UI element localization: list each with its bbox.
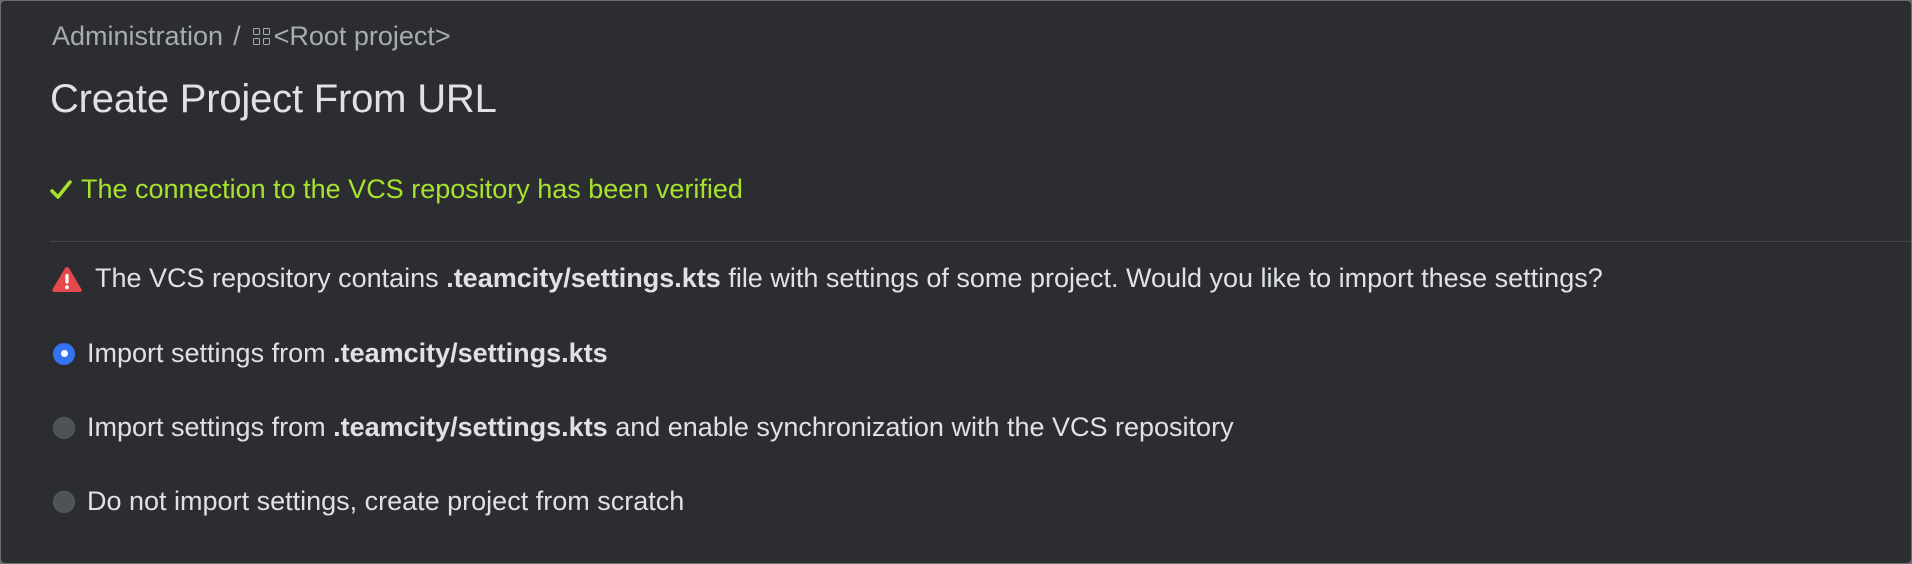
warning-text: The VCS repository contains .teamcity/se…	[95, 263, 1603, 294]
option-file-name: .teamcity/settings.kts	[333, 412, 608, 442]
option-label: Import settings from .teamcity/settings.…	[87, 412, 1234, 443]
divider	[50, 241, 1911, 242]
option-file-name: .teamcity/settings.kts	[333, 338, 608, 368]
radio-create-from-scratch[interactable]	[53, 490, 75, 513]
option-import-and-sync[interactable]: Import settings from .teamcity/settings.…	[53, 412, 1234, 443]
option-text-before: Import settings from	[87, 338, 326, 368]
option-text-after: and enable synchronization with the VCS …	[615, 412, 1234, 442]
warning-text-after: file with settings of some project. Woul…	[728, 263, 1603, 293]
warning-text-before: The VCS repository contains	[95, 263, 439, 293]
warning-message: The VCS repository contains .teamcity/se…	[51, 263, 1603, 294]
dialog-frame: Administration / <Root project> Create P…	[1, 1, 1911, 563]
option-text-before: Import settings from	[87, 412, 326, 442]
option-label: Import settings from .teamcity/settings.…	[87, 338, 608, 369]
page-title: Create Project From URL	[50, 77, 497, 121]
breadcrumb: Administration / <Root project>	[52, 19, 451, 53]
checkmark-icon	[50, 179, 72, 199]
warning-triangle-icon	[52, 266, 82, 292]
breadcrumb-administration[interactable]: Administration	[52, 21, 223, 52]
success-message: The connection to the VCS repository has…	[50, 174, 743, 205]
radio-import-settings[interactable]	[53, 342, 75, 365]
option-label: Do not import settings, create project f…	[87, 486, 685, 516]
success-text: The connection to the VCS repository has…	[81, 174, 743, 204]
breadcrumb-root-project[interactable]: <Root project>	[274, 21, 451, 52]
breadcrumb-separator: /	[233, 20, 241, 51]
project-grid-icon	[252, 28, 270, 45]
radio-import-and-sync[interactable]	[53, 416, 75, 439]
option-import-settings[interactable]: Import settings from .teamcity/settings.…	[53, 338, 608, 369]
option-create-from-scratch[interactable]: Do not import settings, create project f…	[53, 486, 684, 517]
warning-file-name: .teamcity/settings.kts	[446, 263, 721, 293]
